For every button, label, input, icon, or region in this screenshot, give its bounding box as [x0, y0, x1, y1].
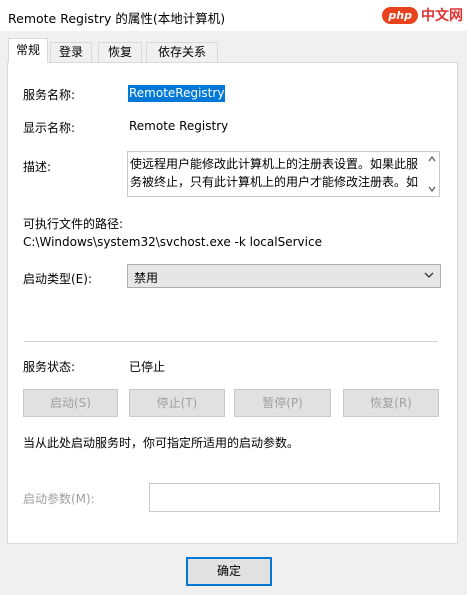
- hint-text: 当从此处启动服务时，你可指定所适用的启动参数。: [23, 436, 300, 450]
- path-value[interactable]: C:\Windows\system32\svchost.exe -k local…: [23, 235, 322, 249]
- startup-type-value: 禁用: [134, 271, 159, 285]
- general-panel: 服务名称: RemoteRegistry 显示名称: Remote Regist…: [7, 62, 458, 544]
- path-label: 可执行文件的路径:: [23, 217, 124, 231]
- scroll-down-icon[interactable]: [428, 185, 436, 193]
- chevron-down-icon: [424, 272, 434, 278]
- divider: [24, 341, 438, 342]
- scroll-up-icon[interactable]: [428, 155, 436, 163]
- status-label: 服务状态:: [23, 360, 76, 374]
- status-value: 已停止: [129, 360, 166, 374]
- service-name-label: 服务名称:: [23, 88, 76, 102]
- ok-button[interactable]: 确定: [186, 557, 272, 586]
- tab-recovery[interactable]: 恢复: [98, 42, 142, 63]
- startup-type-label: 启动类型(E):: [23, 272, 92, 286]
- watermark-logo: php: [382, 6, 418, 24]
- description-box[interactable]: 使远程用户能修改此计算机上的注册表设置。如果此服务被终止，只有此计算机上的用户才…: [127, 151, 440, 197]
- watermark-text: 中文网: [421, 8, 463, 24]
- display-name-label: 显示名称:: [23, 121, 76, 135]
- resume-button[interactable]: 恢复(R): [343, 389, 439, 417]
- start-params-label: 启动参数(M):: [23, 492, 95, 506]
- description-text: 使远程用户能修改此计算机上的注册表设置。如果此服务被终止，只有此计算机上的用户才…: [130, 157, 419, 189]
- description-label: 描述:: [23, 160, 52, 174]
- title-bar: Remote Registry 的属性(本地计算机) php 中文网: [0, 0, 467, 31]
- tab-dependencies[interactable]: 依存关系: [146, 42, 218, 63]
- pause-button[interactable]: 暂停(P): [234, 389, 331, 417]
- display-name-value[interactable]: Remote Registry: [129, 119, 228, 133]
- tab-logon[interactable]: 登录: [50, 42, 92, 63]
- description-scrollbar[interactable]: [425, 152, 439, 196]
- window-title: Remote Registry 的属性(本地计算机): [8, 11, 226, 26]
- tab-general[interactable]: 常规: [8, 38, 48, 63]
- watermark: php 中文网: [382, 4, 463, 26]
- stop-button[interactable]: 停止(T): [129, 389, 225, 417]
- service-name-value[interactable]: RemoteRegistry: [128, 85, 226, 102]
- start-button[interactable]: 启动(S): [23, 389, 118, 417]
- start-params-input[interactable]: [149, 483, 440, 512]
- startup-type-select[interactable]: 禁用: [127, 264, 441, 288]
